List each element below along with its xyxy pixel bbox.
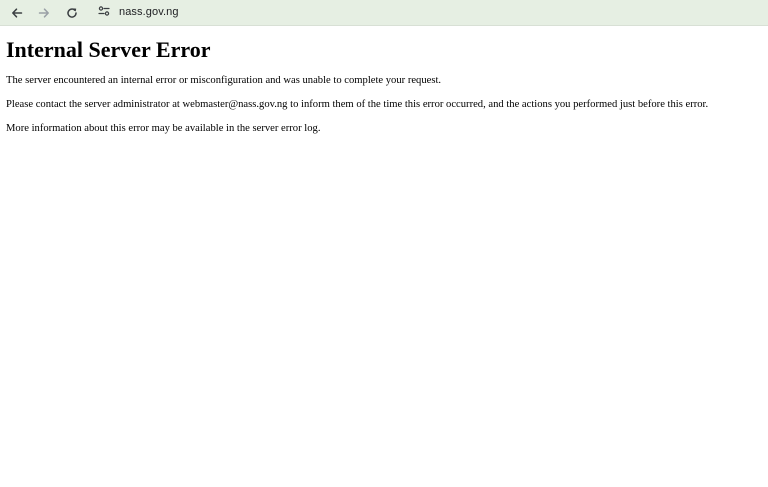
arrow-right-icon <box>38 7 50 19</box>
page-title: Internal Server Error <box>6 37 211 62</box>
url-text[interactable]: nass.gov.ng <box>119 6 179 18</box>
browser-toolbar: nass.gov.ng <box>0 0 768 26</box>
forward-button[interactable] <box>34 3 54 23</box>
reload-button[interactable] <box>62 3 82 23</box>
error-message: The server encountered an internal error… <box>6 75 442 86</box>
tune-icon <box>98 4 110 22</box>
reload-icon <box>66 7 78 19</box>
address-bar[interactable]: nass.gov.ng <box>90 2 758 24</box>
log-info-message: More information about this error may be… <box>6 123 321 134</box>
back-button[interactable] <box>7 3 27 23</box>
contact-message: Please contact the server administrator … <box>6 99 709 110</box>
site-info-button[interactable] <box>96 5 112 21</box>
arrow-left-icon <box>11 7 23 19</box>
page-content: Internal Server Error The server encount… <box>6 37 762 146</box>
